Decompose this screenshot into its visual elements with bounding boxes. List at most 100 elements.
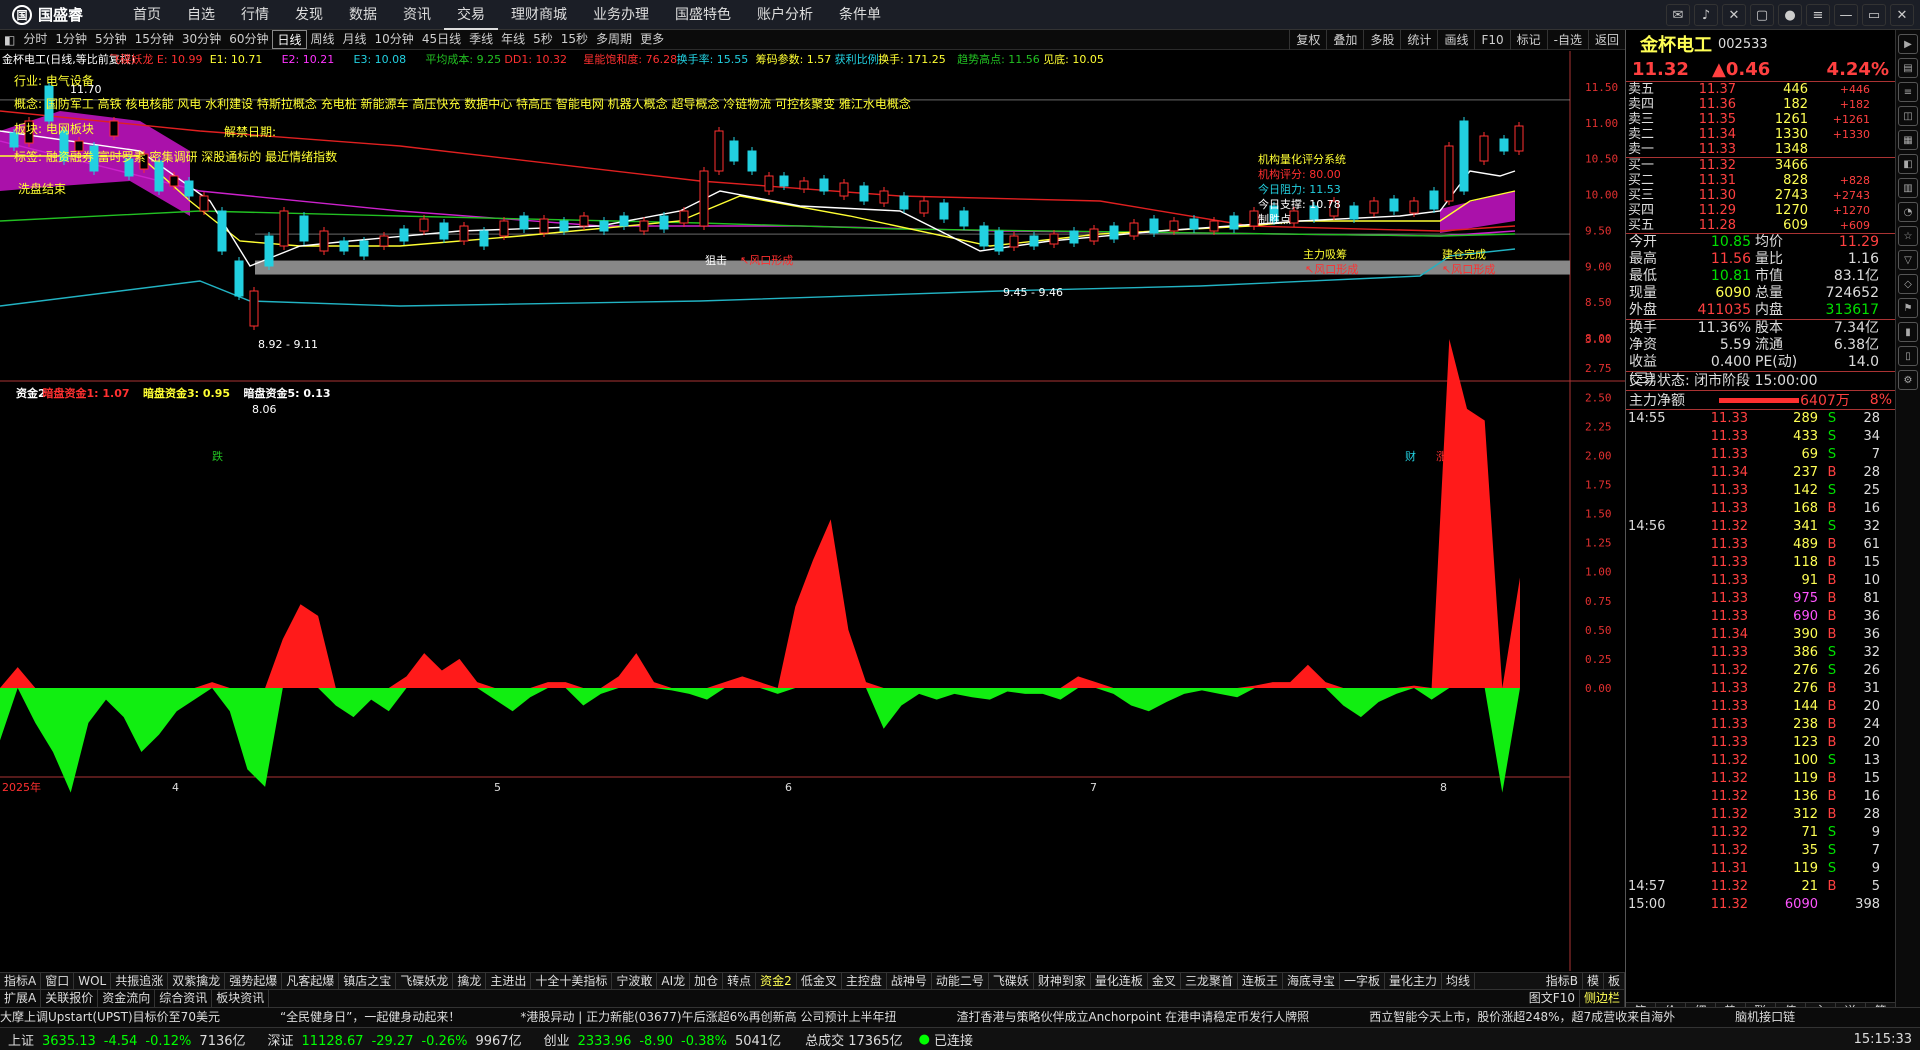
indicator-tab[interactable]: 加仓 bbox=[690, 973, 724, 989]
indicator-tab[interactable]: 海底寻宝 bbox=[1283, 973, 1340, 989]
layers-icon[interactable]: ◧ bbox=[1898, 154, 1918, 174]
indicator-tab[interactable]: 量化连板 bbox=[1091, 973, 1148, 989]
grid-icon[interactable]: ▦ bbox=[1898, 130, 1918, 150]
news-item[interactable]: 脑机接口链 bbox=[1735, 1008, 1795, 1027]
order-book-row[interactable]: 卖四 11.36 182 +182 bbox=[1626, 97, 1895, 112]
skin-icon[interactable]: ▢ bbox=[1750, 4, 1774, 26]
bell-icon[interactable]: ♪ bbox=[1694, 4, 1718, 26]
order-book-row[interactable]: 买一 11.32 3466 bbox=[1626, 158, 1895, 173]
news-item[interactable]: *港股异动 | 正力新能(03677)午后涨超6%再创新高 公司预计上半年扭 bbox=[520, 1008, 896, 1027]
doc-icon[interactable]: ▯ bbox=[1898, 346, 1918, 366]
sub-tab[interactable]: 扩展A bbox=[0, 990, 42, 1007]
flag-icon[interactable]: ⚑ bbox=[1898, 298, 1918, 318]
indicator-tab[interactable]: 凡客起爆 bbox=[282, 973, 340, 989]
message-icon[interactable]: ✉ bbox=[1666, 4, 1690, 26]
indicator-tab[interactable]: 量化主力 bbox=[1385, 973, 1443, 989]
nav-item[interactable]: 数据 bbox=[336, 0, 390, 30]
pie-icon[interactable]: ◔ bbox=[1898, 202, 1918, 222]
news-item[interactable]: 大摩上调Upstart(UPST)目标价至70美元 bbox=[0, 1008, 220, 1027]
index-quote[interactable]: 深证 11128.67 -29.27 -0.26% 9967亿 bbox=[260, 1030, 522, 1049]
indicator-tab[interactable]: 三龙聚首 bbox=[1181, 973, 1238, 989]
settings-icon[interactable]: ⚙ bbox=[1898, 370, 1918, 390]
sidebar-toggle-icon[interactable]: ◧ bbox=[0, 33, 19, 47]
period-tab[interactable]: 15秒 bbox=[557, 30, 592, 49]
indicator-tab[interactable]: 战神号 bbox=[887, 973, 932, 989]
period-tab[interactable]: 1分钟 bbox=[51, 30, 91, 49]
user-icon[interactable]: ● bbox=[1778, 4, 1802, 26]
period-tab[interactable]: 60分钟 bbox=[225, 30, 272, 49]
sub-tab-right[interactable]: 图文F10 bbox=[1525, 990, 1580, 1007]
nav-item[interactable]: 首页 bbox=[120, 0, 174, 30]
nav-item[interactable]: 账户分析 bbox=[744, 0, 826, 30]
indicator-tab[interactable]: WOL bbox=[74, 973, 112, 989]
period-tab[interactable]: 年线 bbox=[497, 30, 529, 49]
index-quote[interactable]: 创业 2333.96 -8.90 -0.38% 5041亿 bbox=[536, 1030, 782, 1049]
chart-tool-button[interactable]: 统计 bbox=[1400, 30, 1437, 50]
nav-item[interactable]: 交易 bbox=[444, 0, 498, 30]
indicator-tab[interactable]: 十全十美指标 bbox=[531, 973, 613, 989]
order-book-row[interactable]: 卖五 11.37 446 +446 bbox=[1626, 82, 1895, 97]
indicator-tab[interactable]: 擒龙 bbox=[453, 973, 487, 989]
indicator-tab[interactable]: 低金叉 bbox=[797, 973, 842, 989]
tick-list[interactable]: 14:55 11.33 289 S 28 11.33 433 S 34 11.33 69 S 7 11.3… bbox=[1626, 410, 1895, 914]
order-book-row[interactable]: 卖二 11.34 1330 +1330 bbox=[1626, 127, 1895, 142]
period-tab[interactable]: 周线 bbox=[307, 30, 339, 49]
indicator-tab[interactable]: 飞碟妖 bbox=[989, 973, 1034, 989]
tag-icon[interactable]: ◇ bbox=[1898, 274, 1918, 294]
news-item[interactable]: 西立智能今天上市，股价涨超248%，超7成营收来自海外 bbox=[1369, 1008, 1675, 1027]
period-tab[interactable]: 10分钟 bbox=[371, 30, 418, 49]
indicator-tab[interactable]: 镇店之宝 bbox=[339, 973, 397, 989]
minimize-button[interactable]: — bbox=[1834, 4, 1858, 26]
indicator-tab[interactable]: 动能二号 bbox=[932, 973, 989, 989]
order-book-row[interactable]: 卖一 11.33 1348 bbox=[1626, 142, 1895, 157]
indicator-tab[interactable]: 宁波敢 bbox=[612, 973, 658, 989]
tools-icon[interactable]: ✕ bbox=[1722, 4, 1746, 26]
period-tab[interactable]: 日线 bbox=[272, 30, 307, 49]
chart-tool-button[interactable]: 多股 bbox=[1363, 30, 1400, 50]
list-icon[interactable]: ≡ bbox=[1898, 82, 1918, 102]
chart-tool-button[interactable]: 画线 bbox=[1437, 30, 1474, 50]
nav-item[interactable]: 条件单 bbox=[826, 0, 894, 30]
period-tab[interactable]: 30分钟 bbox=[178, 30, 225, 49]
indicator-tab-right[interactable]: 模 bbox=[1583, 973, 1604, 989]
indicator-tab[interactable]: 均线 bbox=[1442, 973, 1476, 989]
bars-icon[interactable]: ▥ bbox=[1898, 178, 1918, 198]
indicator-tab[interactable]: 指标A bbox=[0, 973, 42, 989]
maximize-button[interactable]: ▭ bbox=[1862, 4, 1886, 26]
sub-tab[interactable]: 综合资讯 bbox=[155, 990, 213, 1007]
nav-item[interactable]: 发现 bbox=[282, 0, 336, 30]
indicator-tab[interactable]: 主控盘 bbox=[842, 973, 887, 989]
chart-tool-button[interactable]: 叠加 bbox=[1326, 30, 1363, 50]
indicator-tab[interactable]: 一字板 bbox=[1340, 973, 1385, 989]
chart-tool-button[interactable]: 标记 bbox=[1509, 30, 1547, 50]
indicator-tab[interactable]: 飞碟妖龙 bbox=[396, 973, 454, 989]
chart-tool-button[interactable]: F10 bbox=[1474, 30, 1509, 50]
order-book-row[interactable]: 买四 11.29 1270 +1270 bbox=[1626, 203, 1895, 218]
menu-icon[interactable]: ≡ bbox=[1806, 4, 1830, 26]
period-tab[interactable]: 15分钟 bbox=[131, 30, 178, 49]
indicator-tab-right[interactable]: 板 bbox=[1604, 973, 1625, 989]
indicator-tab-right[interactable]: 指标B bbox=[1542, 973, 1583, 989]
period-tab[interactable]: 季线 bbox=[465, 30, 497, 49]
nav-item[interactable]: 资讯 bbox=[390, 0, 444, 30]
period-tab[interactable]: 45日线 bbox=[418, 30, 465, 49]
chart-tool-button[interactable]: -自选 bbox=[1546, 30, 1588, 50]
expand-icon[interactable]: ▶ bbox=[1898, 34, 1918, 54]
star-icon[interactable]: ☆ bbox=[1898, 226, 1918, 246]
period-tab[interactable]: 分时 bbox=[19, 30, 51, 49]
nav-item[interactable]: 理财商城 bbox=[498, 0, 580, 30]
period-tab[interactable]: 月线 bbox=[339, 30, 371, 49]
indicator-tab[interactable]: 主进出 bbox=[486, 973, 532, 989]
order-book-row[interactable]: 卖三 11.35 1261 +1261 bbox=[1626, 112, 1895, 127]
chart-tool-button[interactable]: 返回 bbox=[1587, 30, 1625, 50]
nav-item[interactable]: 自选 bbox=[174, 0, 228, 30]
order-book-row[interactable]: 买三 11.30 2743 +2743 bbox=[1626, 188, 1895, 203]
order-book-row[interactable]: 买五 11.28 609 +609 bbox=[1626, 218, 1895, 233]
indicator-tab[interactable]: 双紫擒龙 bbox=[168, 973, 226, 989]
indicator-tab[interactable]: 财神到家 bbox=[1034, 973, 1091, 989]
indicator-tab[interactable]: 连板王 bbox=[1238, 973, 1283, 989]
sub-tab[interactable]: 资金流向 bbox=[98, 990, 156, 1007]
period-tab[interactable]: 更多 bbox=[636, 30, 668, 49]
period-tab[interactable]: 多周期 bbox=[592, 30, 636, 49]
period-tab[interactable]: 5分钟 bbox=[91, 30, 131, 49]
